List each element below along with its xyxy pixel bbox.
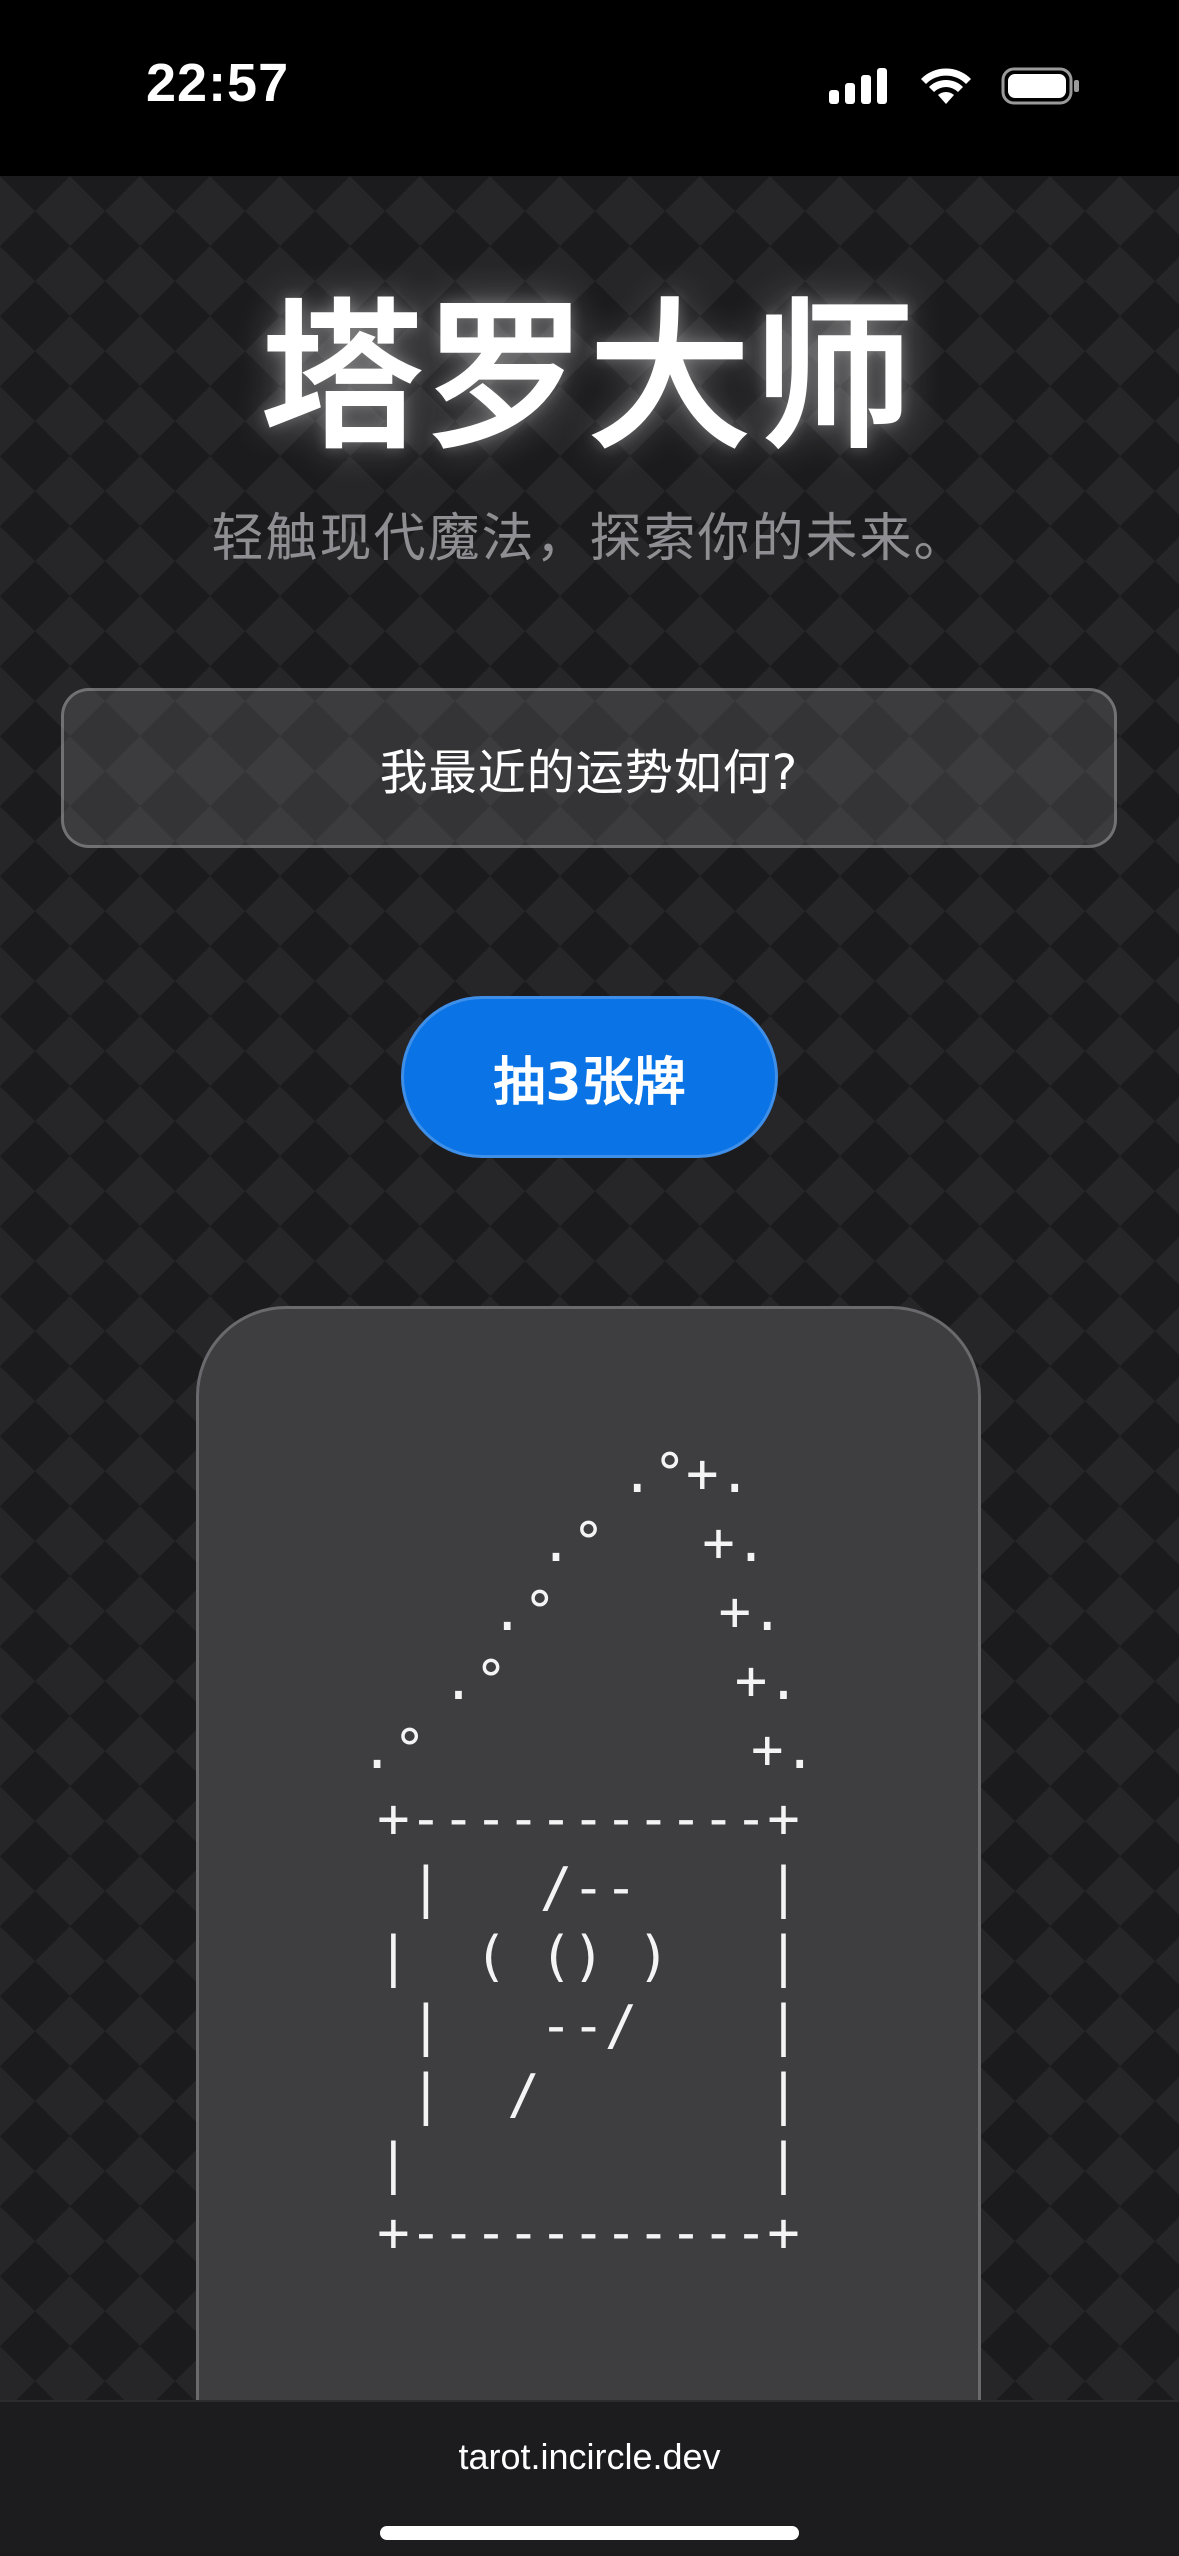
browser-address-bar[interactable]: tarot.incircle.dev — [0, 2400, 1179, 2556]
main-content[interactable]: 塔罗大师 轻触现代魔法，探索你的未来。 我最近的运势如何? 抽3张牌 .°+. … — [0, 176, 1179, 2400]
card-ascii-art: .°+. .° +. .° +. .° +. .° +. +----------… — [360, 1442, 817, 2264]
app-title: 塔罗大师 — [261, 284, 918, 471]
status-icons — [827, 66, 1081, 106]
home-indicator[interactable] — [380, 2526, 799, 2540]
wifi-icon — [921, 68, 971, 104]
cellular-signal-icon — [829, 68, 887, 104]
tarot-card[interactable]: .°+. .° +. .° +. .° +. .° +. +----------… — [196, 1306, 981, 2400]
question-text: 我最近的运势如何? — [379, 745, 799, 801]
status-time: 22:57 — [146, 53, 290, 113]
url-text[interactable]: tarot.incircle.dev — [0, 2436, 1179, 2478]
status-bar: 22:57 — [0, 0, 1179, 176]
draw-cards-button[interactable]: 抽3张牌 — [401, 996, 778, 1158]
battery-icon — [1001, 67, 1079, 105]
app-subtitle: 轻触现代魔法，探索你的未来。 — [211, 509, 968, 569]
question-input[interactable]: 我最近的运势如何? — [61, 688, 1117, 848]
